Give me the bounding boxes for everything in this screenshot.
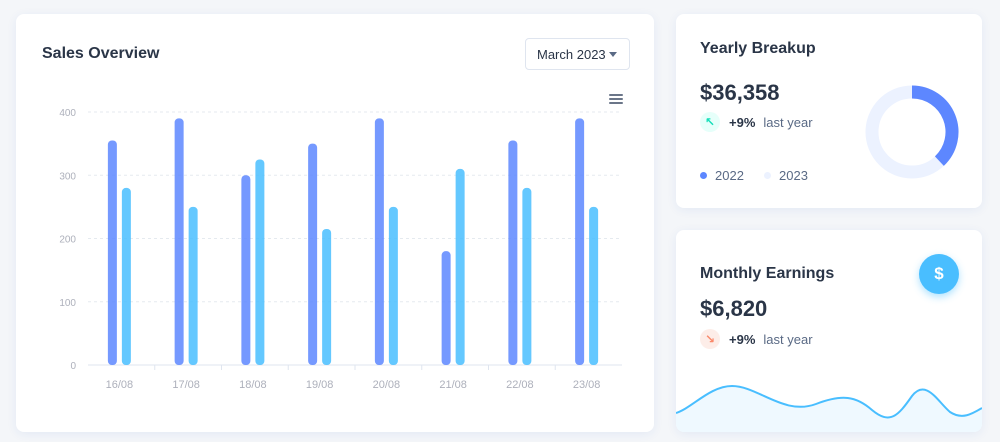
bar	[255, 159, 265, 365]
x-tick-label: 17/08	[172, 379, 200, 391]
x-tick-label: 18/08	[239, 379, 267, 391]
bar	[575, 118, 585, 365]
bar	[522, 187, 532, 365]
y-tick-label: 200	[59, 235, 76, 246]
sales-bar-chart: 0 100 200 300 400 16/08 17/08 18/08 19/08 20/08 21…	[59, 108, 622, 391]
x-tick-label: 21/08	[439, 379, 467, 391]
x-tick-label: 23/08	[573, 379, 601, 391]
x-tick-label: 22/08	[506, 379, 534, 391]
donut-slice	[911, 85, 959, 166]
bar	[441, 251, 451, 365]
bar	[455, 168, 465, 365]
x-tick-label: 20/08	[373, 379, 401, 391]
bar	[374, 118, 384, 365]
y-tick-label: 400	[59, 108, 76, 119]
yearly-donut-chart	[865, 85, 959, 179]
x-tick-label: 19/08	[306, 379, 334, 391]
yearly-breakup-card: Yearly Breakup $36,358 ↖ +9% last year 2…	[676, 14, 982, 208]
bar	[241, 175, 251, 365]
bar	[188, 206, 198, 365]
bar	[589, 206, 599, 365]
bar	[388, 206, 398, 365]
monthly-earnings-card: Monthly Earnings $ $6,820 ↘ +9% last yea…	[676, 230, 982, 432]
x-tick-label: 16/08	[106, 379, 134, 391]
bar	[308, 143, 318, 365]
bar	[508, 140, 518, 365]
bar	[174, 118, 184, 365]
sparkline-area	[676, 386, 982, 432]
sales-overview-card: Sales Overview March 2023 0 100 200 300 400 1…	[16, 14, 654, 432]
y-tick-label: 300	[59, 171, 76, 182]
bar	[322, 229, 332, 365]
bar	[107, 140, 117, 365]
earnings-sparkline	[676, 384, 982, 432]
y-tick-label: 100	[59, 298, 76, 309]
y-tick-label: 0	[70, 361, 76, 372]
bar	[121, 187, 131, 365]
